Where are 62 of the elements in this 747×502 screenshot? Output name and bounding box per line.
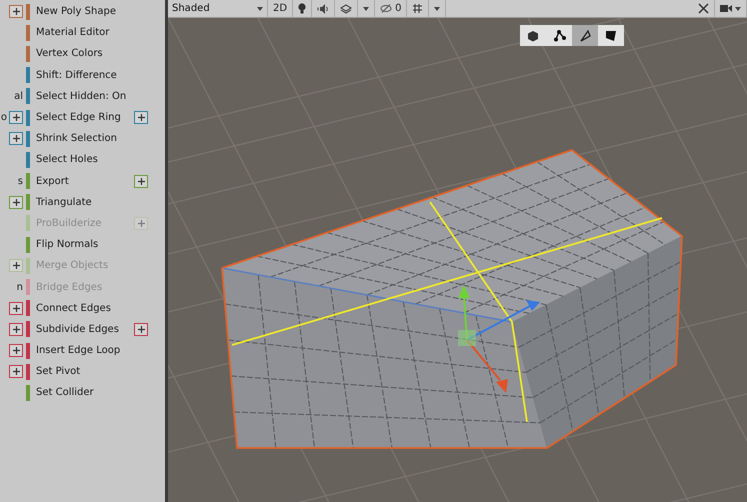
edge-icon	[578, 30, 592, 42]
eye-slash-icon	[380, 4, 392, 13]
tool-button[interactable]: Select Hidden: On	[36, 90, 134, 102]
caret-icon	[434, 6, 440, 10]
cube-icon	[527, 30, 539, 42]
move-gizmo-drawing[interactable]	[458, 285, 540, 393]
tool-button[interactable]: Triangulate	[36, 196, 134, 208]
tool-button[interactable]: Select Edge Ring	[36, 112, 134, 124]
truncated-label: al	[14, 90, 23, 102]
options-button[interactable]	[9, 365, 23, 378]
options-button[interactable]	[9, 132, 23, 146]
plus-icon	[138, 220, 144, 227]
tool-button[interactable]: Insert Edge Loop	[36, 345, 134, 356]
tool-button[interactable]: New Poly Shape	[36, 6, 134, 18]
options-button[interactable]	[134, 322, 148, 336]
truncated-label: s	[18, 176, 23, 187]
options-button[interactable]	[9, 344, 23, 358]
options-button[interactable]	[9, 302, 23, 315]
tool-button[interactable]: Shift: Difference	[36, 70, 134, 81]
crossed-tools-icon	[698, 3, 709, 14]
plus-icon	[12, 304, 20, 312]
options-button[interactable]	[9, 196, 23, 209]
plus-icon	[12, 135, 20, 142]
layers-icon	[340, 4, 352, 14]
plus-icon	[12, 262, 20, 270]
tool-button[interactable]: Set Collider	[36, 387, 134, 398]
tool-button[interactable]: Flip Normals	[36, 239, 134, 250]
camera-icon	[720, 4, 732, 13]
plus-icon	[12, 198, 20, 206]
plus-icon	[12, 114, 20, 122]
plus-icon	[12, 347, 20, 354]
tool-button[interactable]: Select Holes	[36, 154, 134, 166]
tool-button[interactable]: Set Pivot	[36, 366, 134, 378]
plus-icon	[12, 326, 20, 333]
tool-button[interactable]: Material Editor	[36, 27, 134, 38]
vertices-icon	[552, 30, 566, 42]
caret-icon	[257, 6, 263, 10]
plus-icon	[12, 8, 20, 16]
options-button[interactable]	[134, 111, 148, 124]
tool-button[interactable]: Subdivide Edges	[36, 324, 134, 335]
plus-icon	[138, 114, 144, 122]
caret-icon	[363, 6, 370, 10]
options-button[interactable]	[134, 174, 148, 188]
caret-icon	[735, 6, 741, 10]
selection-mode-button[interactable]	[572, 25, 598, 46]
plus-icon	[12, 368, 20, 376]
face-icon	[605, 30, 617, 42]
speaker-icon	[317, 4, 330, 14]
plus-icon	[138, 178, 144, 185]
options-button[interactable]	[9, 5, 23, 18]
mesh-drawing[interactable]	[221, 149, 683, 449]
truncated-label: o	[0, 112, 7, 124]
grid-icon	[412, 3, 424, 14]
lightbulb-icon	[298, 3, 306, 14]
tool-button[interactable]: Export	[36, 176, 134, 187]
tool-button[interactable]: Shrink Selection	[36, 133, 134, 144]
tool-button[interactable]: Vertex Colors	[36, 48, 134, 60]
tool-button[interactable]: Connect Edges	[36, 302, 134, 314]
options-button[interactable]	[9, 322, 23, 336]
options-button[interactable]	[9, 111, 23, 124]
plus-icon	[138, 326, 144, 333]
truncated-label: n	[16, 282, 23, 293]
